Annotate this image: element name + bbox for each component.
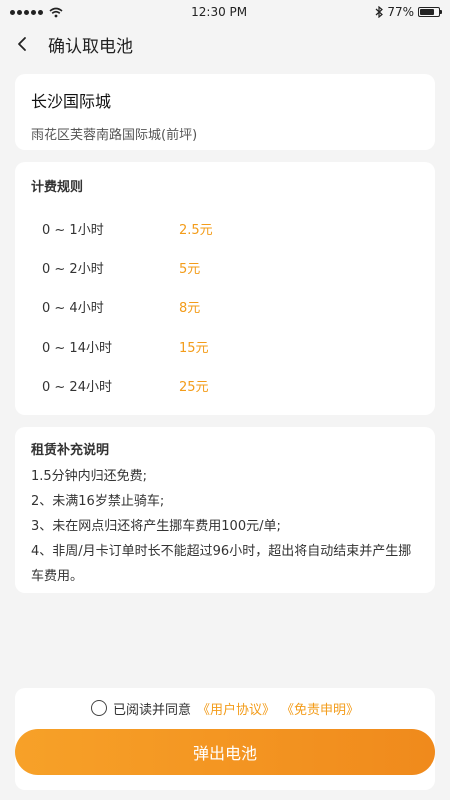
station-address: 雨花区芙蓉南路国际城(前坪) — [31, 128, 198, 143]
back-button[interactable] — [12, 34, 32, 54]
fee-row: 0 ~ 14小时 15元 — [31, 327, 419, 366]
fee-price: 5元 — [179, 262, 201, 278]
user-agreement-link[interactable]: 《用户协议》 — [197, 699, 275, 718]
fee-rules-card: 计费规则 0 ~ 1小时 2.5元 0 ~ 2小时 5元 0 ~ 4小时 8元 … — [15, 162, 435, 415]
rental-note: 2、未满16岁禁止骑车; — [31, 494, 165, 509]
fee-duration: 0 ~ 24小时 — [42, 379, 112, 395]
battery-percent: 77% — [387, 5, 414, 19]
bottom-action-panel: 已阅读并同意 《用户协议》 《免责申明》 弹出电池 — [15, 688, 435, 790]
rental-notes-title: 租赁补充说明 — [31, 443, 110, 458]
fee-duration: 0 ~ 4小时 — [42, 301, 104, 317]
agree-radio[interactable] — [90, 700, 107, 716]
fee-row: 0 ~ 2小时 5元 — [31, 248, 419, 287]
nav-bar: 确认取电池 — [0, 24, 450, 64]
status-bar: 12:30 PM 77% — [0, 0, 450, 24]
fee-row: 0 ~ 4小时 8元 — [31, 287, 419, 326]
page-title: 确认取电池 — [48, 36, 133, 57]
wifi-icon — [49, 7, 63, 17]
rental-note: 1.5分钟内归还免费; — [31, 469, 148, 484]
fee-duration: 0 ~ 14小时 — [42, 340, 112, 356]
battery-icon — [417, 7, 442, 17]
fee-rules-title: 计费规则 — [31, 180, 84, 195]
rental-note: 3、未在网点归还将产生挪车费用100元/单; — [31, 519, 281, 534]
fee-row: 0 ~ 24小时 25元 — [31, 366, 419, 405]
fee-price: 15元 — [179, 340, 209, 356]
fee-duration: 0 ~ 2小时 — [42, 262, 104, 278]
disclaimer-link[interactable]: 《免责申明》 — [281, 699, 359, 718]
agreement-prefix: 已阅读并同意 — [112, 702, 191, 718]
fee-price: 2.5元 — [179, 223, 213, 239]
signal-strength-icon — [10, 9, 43, 15]
fee-row: 0 ~ 1小时 2.5元 — [31, 209, 419, 248]
station-name: 长沙国际城 — [31, 92, 112, 111]
status-left — [10, 7, 63, 18]
station-card: 长沙国际城 雨花区芙蓉南路国际城(前坪) — [15, 74, 435, 150]
battery-level — [419, 9, 434, 15]
chevron-left-icon — [18, 37, 26, 51]
rental-notes-card: 租赁补充说明 1.5分钟内归还免费; 2、未满16岁禁止骑车; 3、未在网点归还… — [15, 427, 435, 593]
fee-price: 25元 — [179, 379, 209, 395]
eject-battery-button[interactable]: 弹出电池 — [15, 729, 435, 775]
rental-note: 4、非周/月卡订单时长不能超过96小时，超出将自动结束并产生挪车费用。 — [31, 544, 412, 584]
bluetooth-icon — [375, 6, 384, 18]
agreement-row: 已阅读并同意 《用户协议》 《免责申明》 — [15, 688, 435, 728]
status-time: 12:30 PM — [191, 5, 248, 19]
status-right: 77% — [375, 5, 442, 19]
fee-price: 8元 — [179, 301, 201, 317]
fee-duration: 0 ~ 1小时 — [42, 223, 104, 239]
